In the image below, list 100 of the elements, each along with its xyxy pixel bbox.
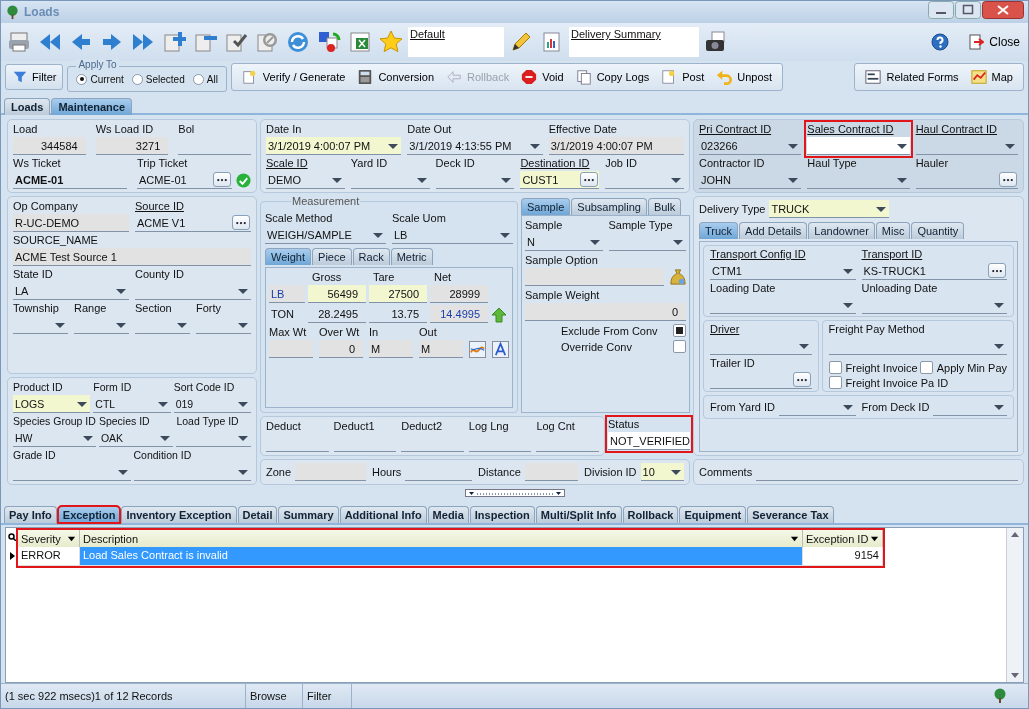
lookup-button[interactable] (213, 172, 231, 187)
dropdown-field[interactable]: TRUCK (769, 200, 889, 218)
radio-button[interactable] (192, 73, 204, 85)
radio-button[interactable] (131, 73, 143, 85)
dropdown-field[interactable]: LA (13, 282, 129, 300)
dropdown-field[interactable]: 3/1/2019 4:00:07 PM (266, 137, 402, 155)
dropdown-field[interactable]: CTL (93, 395, 171, 413)
input-field[interactable] (295, 463, 366, 481)
action-button[interactable]: Void (515, 65, 570, 89)
tab[interactable]: Exception (57, 506, 121, 523)
tab[interactable]: Loads (4, 98, 51, 115)
sort-arrow-icon[interactable] (790, 534, 799, 543)
tab[interactable]: Rack (352, 248, 390, 265)
column-header[interactable]: Description (80, 530, 803, 547)
checkbox[interactable] (673, 340, 686, 353)
dropdown-field[interactable]: JOHN (699, 171, 802, 189)
input-field[interactable]: ACME Test Source 1 (13, 248, 251, 266)
dropdown-field[interactable]: N (525, 233, 603, 251)
lookup-button[interactable] (792, 372, 811, 387)
input-field[interactable]: 56499 (308, 285, 366, 303)
input-field[interactable] (269, 340, 313, 358)
tab[interactable]: Bulk (647, 198, 682, 215)
dropdown-field[interactable]: CTM1 (710, 262, 856, 280)
tab[interactable]: Truck (699, 222, 739, 239)
lookup-field[interactable]: KS-TRUCK1 (861, 262, 1007, 280)
tab[interactable]: Subsampling (571, 198, 647, 215)
field-label[interactable]: Source ID (135, 200, 251, 213)
report-field[interactable]: Delivery Summary (569, 27, 699, 57)
lookup-button[interactable] (999, 172, 1017, 187)
up-arrow-icon[interactable] (491, 307, 507, 323)
input-field[interactable]: 28999 (430, 285, 488, 303)
tab[interactable]: Multi/Split Info (535, 506, 622, 523)
maximize-button[interactable] (955, 1, 981, 19)
tab[interactable]: Landowner (808, 222, 875, 239)
tab[interactable]: Detail (237, 506, 278, 523)
lookup-button[interactable] (988, 263, 1006, 278)
checkbox[interactable] (828, 361, 842, 374)
action-button[interactable]: Copy Logs (569, 65, 656, 89)
tab[interactable]: Misc (875, 222, 911, 239)
column-header[interactable]: Severity (18, 530, 80, 547)
radio-label[interactable]: Current (90, 73, 124, 85)
input-field[interactable]: LB (269, 285, 305, 303)
action-button[interactable]: Map (964, 65, 1019, 89)
input-field[interactable]: ACME-01 (13, 171, 127, 189)
action-button[interactable]: Related Forms (859, 65, 965, 89)
input-field[interactable]: 13.75 (369, 305, 427, 323)
tab[interactable]: Weight (265, 248, 312, 265)
action-button[interactable]: Unpost (710, 65, 779, 89)
sort-arrow-icon[interactable] (67, 534, 76, 543)
money-bag-icon[interactable] (670, 268, 686, 286)
dropdown-field[interactable]: WEIGH/SAMPLE (265, 226, 386, 244)
tab[interactable]: Piece (312, 248, 352, 265)
input-field[interactable] (524, 463, 578, 481)
search-icon[interactable] (8, 533, 16, 541)
text-style-icon[interactable] (492, 341, 509, 358)
chart-icon[interactable] (469, 341, 486, 358)
tab[interactable]: Inventory Exception (121, 506, 237, 523)
lookup-field[interactable] (710, 371, 812, 389)
dropdown-field[interactable]: LB (392, 226, 513, 244)
tab[interactable]: Additional Info (339, 506, 427, 523)
dropdown-field[interactable]: 3/1/2019 4:13:55 PM (407, 137, 543, 155)
tab[interactable]: Inspection (469, 506, 535, 523)
input-field[interactable]: 344584 (13, 137, 86, 155)
lookup-field[interactable]: ACME-01 (137, 171, 232, 189)
column-header[interactable]: Exception ID (803, 530, 883, 547)
tab[interactable]: Severance Tax (747, 506, 834, 523)
checkbox[interactable] (828, 376, 842, 389)
lookup-button[interactable] (580, 172, 599, 187)
radio-label[interactable]: Selected (145, 73, 185, 85)
dropdown-field[interactable]: DEMO (266, 171, 345, 189)
dropdown-field[interactable]: 023266 (699, 137, 802, 155)
tab[interactable]: Maintenance (51, 98, 133, 115)
lookup-field[interactable]: CUST1 (520, 171, 600, 189)
layout-field[interactable]: Default (408, 27, 504, 57)
dropdown-field[interactable]: HW (13, 429, 96, 447)
close-button[interactable] (982, 1, 1024, 19)
sort-arrow-icon[interactable] (870, 534, 879, 543)
field-label[interactable]: Pri Contract ID (699, 123, 802, 136)
lookup-field[interactable] (915, 171, 1018, 189)
field-label[interactable]: Driver (710, 323, 812, 336)
scroll-down-icon[interactable] (1008, 670, 1022, 680)
input-field[interactable]: M (419, 340, 463, 358)
action-button[interactable]: Post (655, 65, 711, 89)
input-field[interactable]: 27500 (369, 285, 427, 303)
input-field[interactable]: M (369, 340, 413, 358)
close-button[interactable]: Close (964, 34, 1024, 50)
input-field[interactable]: NOT_VERIFIED (608, 432, 690, 450)
dropdown-field[interactable]: 019 (173, 395, 251, 413)
tab[interactable]: Rollback (622, 506, 679, 523)
input-field[interactable]: 14.4995 (430, 305, 488, 323)
input-field[interactable]: 0 (319, 340, 363, 358)
tab[interactable]: Add Details (739, 222, 808, 239)
lookup-button[interactable] (232, 215, 250, 230)
minimize-button[interactable] (928, 1, 954, 19)
tab[interactable]: Media (427, 506, 469, 523)
tab[interactable]: Summary (278, 506, 339, 523)
dropdown-field[interactable]: LOGS (13, 395, 91, 413)
input-field[interactable]: 0 (525, 303, 686, 321)
input-field[interactable]: R-UC-DEMO (13, 214, 129, 232)
input-field[interactable]: 28.2495 (308, 305, 366, 323)
